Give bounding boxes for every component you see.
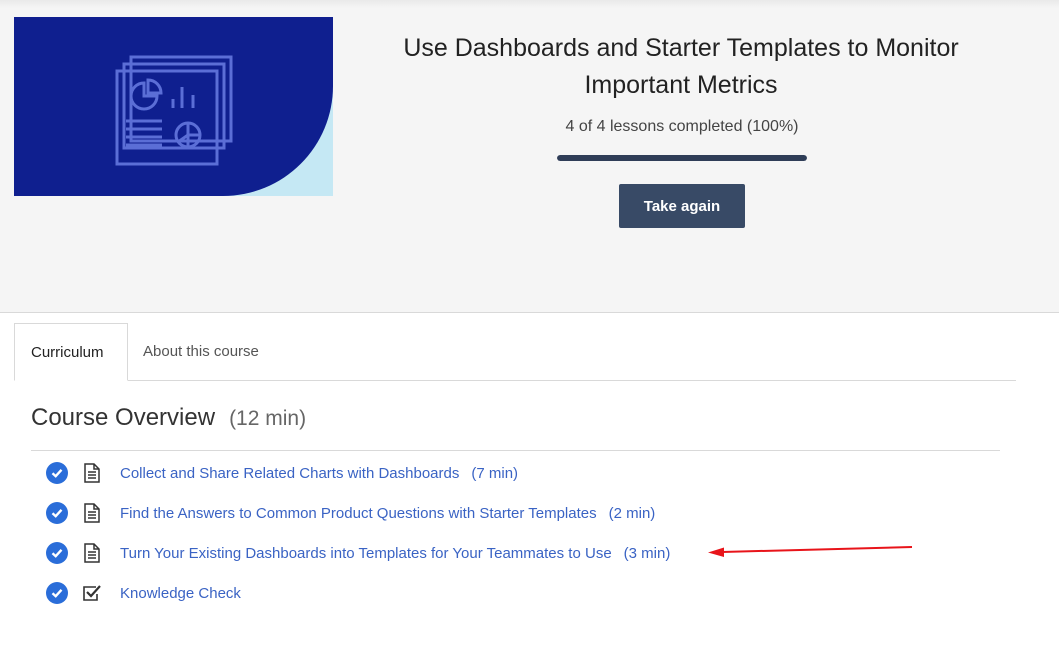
course-overview-duration: (12 min) (229, 407, 307, 430)
completed-check-icon (46, 542, 68, 564)
progress-bar (557, 155, 807, 161)
take-again-button[interactable]: Take again (619, 184, 745, 228)
completed-check-icon (46, 582, 68, 604)
course-title: Use Dashboards and Starter Templates to … (403, 34, 959, 99)
lesson-link[interactable]: Collect and Share Related Charts with Da… (120, 465, 459, 482)
progress-bar-fill (557, 155, 807, 161)
lesson-item: Find the Answers to Common Product Quest… (46, 501, 655, 525)
lesson-link[interactable]: Knowledge Check (120, 585, 241, 602)
red-annotation-arrow (708, 546, 913, 557)
dashboard-charts-icon (115, 55, 233, 166)
overview-divider (31, 450, 1000, 451)
top-shadow (0, 0, 1059, 8)
document-icon (82, 463, 102, 483)
document-icon (82, 543, 102, 563)
course-overview-heading: Course Overview (12 min) (31, 404, 306, 432)
checkbox-icon (82, 583, 102, 603)
course-hero: Use Dashboards and Starter Templates to … (0, 8, 1059, 313)
lesson-duration: (7 min) (471, 464, 519, 482)
lesson-item: Collect and Share Related Charts with Da… (46, 461, 518, 485)
lesson-duration: (2 min) (608, 504, 656, 522)
lesson-item: Turn Your Existing Dashboards into Templ… (46, 541, 670, 565)
progress-text: 4 of 4 lessons completed (100%) (565, 118, 799, 135)
document-icon (82, 503, 102, 523)
lesson-duration: (3 min) (623, 544, 671, 562)
course-overview-title: Course Overview (31, 404, 216, 431)
tab-curriculum[interactable]: Curriculum (14, 323, 128, 381)
tab-about-this-course[interactable]: About this course (127, 323, 275, 380)
course-thumbnail (14, 17, 333, 196)
lesson-link[interactable]: Turn Your Existing Dashboards into Templ… (120, 545, 612, 562)
lesson-link[interactable]: Find the Answers to Common Product Quest… (120, 505, 597, 522)
course-tabs: Curriculum About this course (14, 323, 1016, 381)
completed-check-icon (46, 502, 68, 524)
lesson-item: Knowledge Check (46, 581, 241, 605)
completed-check-icon (46, 462, 68, 484)
